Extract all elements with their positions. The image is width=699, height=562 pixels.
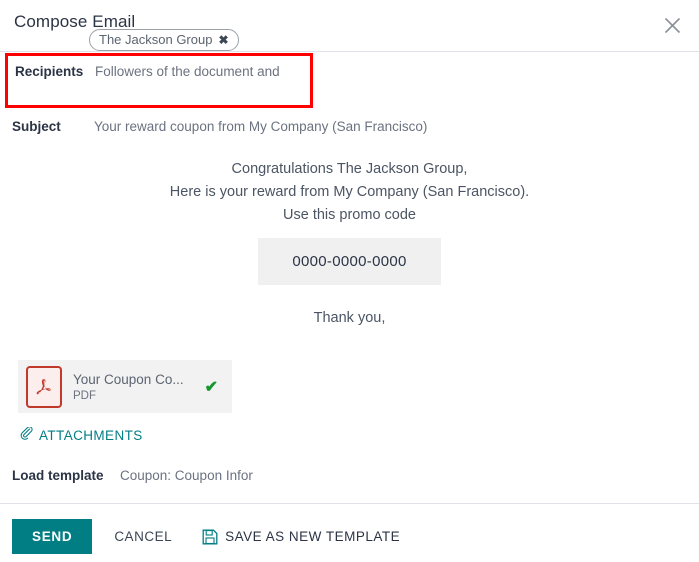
load-template-label: Load template [12,468,104,483]
subject-label: Subject [12,119,61,134]
load-template-select[interactable]: Coupon: Coupon Infor [120,468,286,483]
promo-code-box: 0000-0000-0000 [258,238,441,285]
body-line-greeting: Congratulations The Jackson Group, [231,161,468,177]
email-body[interactable]: Congratulations The Jackson Group, Here … [0,158,699,326]
pdf-file-icon [26,365,62,408]
save-as-new-template-label: SAVE AS NEW TEMPLATE [225,529,401,544]
recipients-label: Recipients [15,64,84,79]
attachment-item[interactable]: Your Coupon Co... PDF ✔ [18,360,232,413]
body-line-reward: Here is your reward from My Company (San… [169,184,530,200]
remove-recipient-icon[interactable]: ✖ [218,34,228,46]
recipients-field-highlight[interactable]: Recipients Followers of the document and [5,53,313,108]
attachment-type: PDF [73,389,96,402]
recipient-tag-label: The Jackson Group [99,32,213,47]
send-button[interactable]: SEND [12,519,93,554]
attachment-name: Your Coupon Co... [73,371,184,387]
paperclip-icon [20,426,33,443]
body-line-promo-instruction: Use this promo code [283,207,416,223]
close-button[interactable] [655,8,689,42]
save-as-new-template-button[interactable]: SAVE AS NEW TEMPLATE [202,529,400,545]
recipients-value: Followers of the document and [95,64,280,79]
recipient-tag[interactable]: The Jackson Group ✖ [89,29,239,51]
footer-actions: SEND CANCEL SAVE AS NEW TEMPLATE [12,519,400,554]
subject-input[interactable]: Your reward coupon from My Company (San … [94,119,427,134]
cancel-button[interactable]: CANCEL [114,529,172,544]
floppy-disk-icon [202,529,218,545]
attachments-link-label: ATTACHMENTS [39,427,143,443]
close-icon [664,17,681,34]
attachment-text: Your Coupon Co... PDF [73,372,205,402]
body-line-closing: Thank you, [313,310,386,326]
footer-divider [0,503,699,504]
attachment-uploaded-icon: ✔ [204,378,218,396]
attachments-link[interactable]: ATTACHMENTS [20,426,143,443]
